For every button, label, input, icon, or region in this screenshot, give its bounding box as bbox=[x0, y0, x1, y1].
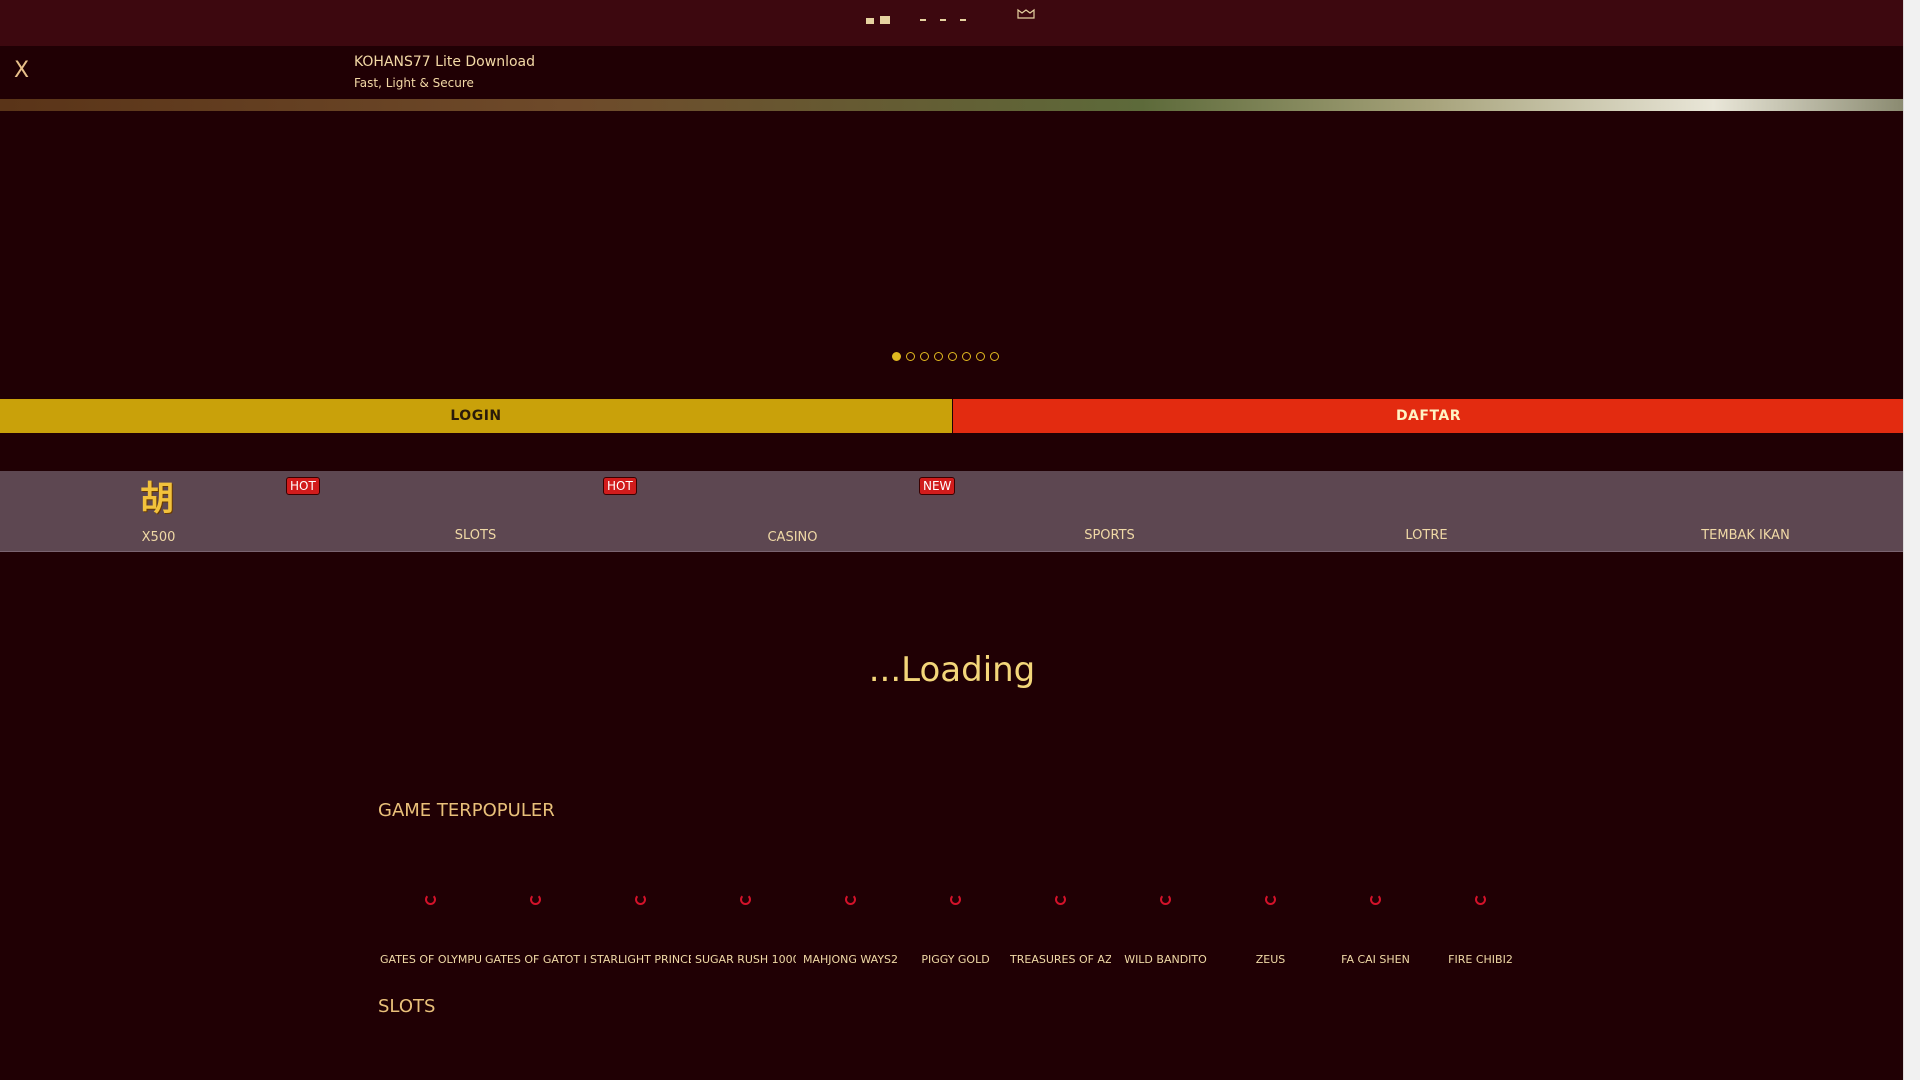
carousel-dot[interactable] bbox=[976, 352, 985, 361]
game-tile[interactable]: FA CAI SHEN bbox=[1323, 880, 1428, 980]
loading-spinner-icon bbox=[845, 894, 856, 905]
game-name: FA CAI SHEN bbox=[1341, 953, 1410, 966]
loading-indicator: ...Loading bbox=[868, 650, 1036, 690]
carousel-dot[interactable] bbox=[920, 352, 929, 361]
carousel-dot[interactable] bbox=[934, 352, 943, 361]
category-sports[interactable]: NEW SPORTS bbox=[919, 471, 1268, 551]
carousel-dot[interactable] bbox=[906, 352, 915, 361]
popular-games-title: GAME TERPOPULER bbox=[378, 800, 555, 821]
category-tembak-ikan[interactable]: TEMBAK IKAN bbox=[1587, 471, 1904, 551]
game-tile[interactable]: STARLIGHT PRINCESS bbox=[588, 880, 693, 980]
category-label: SPORTS bbox=[1084, 528, 1135, 543]
new-badge: NEW bbox=[919, 477, 956, 495]
loading-spinner-icon bbox=[530, 894, 541, 905]
game-name: PIGGY GOLD bbox=[921, 953, 990, 966]
loading-spinner-icon bbox=[425, 894, 436, 905]
loading-spinner-icon bbox=[1055, 894, 1066, 905]
x500-logo-icon: 胡 bbox=[140, 479, 174, 519]
category-label: X500 bbox=[141, 530, 176, 545]
download-title[interactable]: KOHANS77 Lite Download bbox=[354, 54, 535, 70]
register-button[interactable]: DAFTAR bbox=[953, 399, 1904, 433]
game-name: SUGAR RUSH 1000 bbox=[695, 953, 796, 966]
slots-section-title: SLOTS bbox=[378, 996, 436, 1017]
game-name: WILD BANDITO bbox=[1124, 953, 1207, 966]
carousel-dot[interactable] bbox=[892, 352, 901, 361]
category-casino[interactable]: HOT CASINO bbox=[603, 471, 951, 551]
carousel-dot[interactable] bbox=[948, 352, 957, 361]
carousel-dot[interactable] bbox=[962, 352, 971, 361]
loading-spinner-icon bbox=[950, 894, 961, 905]
site-logo[interactable] bbox=[860, 6, 1040, 24]
game-tile[interactable]: SUGAR RUSH 1000 bbox=[693, 880, 798, 980]
download-subtitle: Fast, Light & Secure bbox=[354, 76, 474, 90]
carousel-pagination bbox=[892, 352, 999, 361]
game-name: GATES OF OLYMPUS bbox=[380, 953, 481, 966]
game-tile[interactable]: GATES OF OLYMPUS bbox=[378, 880, 483, 980]
hot-badge: HOT bbox=[603, 477, 637, 495]
category-label: CASINO bbox=[767, 530, 818, 545]
top-header bbox=[0, 0, 1904, 46]
game-tile[interactable]: PIGGY GOLD bbox=[903, 880, 1008, 980]
hot-badge: HOT bbox=[286, 477, 320, 495]
loading-spinner-icon bbox=[1475, 894, 1486, 905]
game-tile[interactable]: TREASURES OF AZTEC bbox=[1008, 880, 1113, 980]
category-slots[interactable]: HOT SLOTS bbox=[286, 471, 634, 551]
game-tile[interactable]: MAHJONG WAYS2 bbox=[798, 880, 903, 980]
close-download-bar-button[interactable]: X bbox=[14, 58, 29, 83]
game-tile[interactable]: GATES OF GATOT KACA bbox=[483, 880, 588, 980]
loading-spinner-icon bbox=[1370, 894, 1381, 905]
loading-spinner-icon bbox=[740, 894, 751, 905]
category-label: LOTRE bbox=[1405, 528, 1448, 543]
game-name: MAHJONG WAYS2 bbox=[802, 953, 899, 966]
loading-spinner-icon bbox=[635, 894, 646, 905]
category-x500[interactable]: 胡 X500 bbox=[0, 471, 317, 551]
loading-spinner-icon bbox=[1265, 894, 1276, 905]
category-label: TEMBAK IKAN bbox=[1701, 528, 1790, 543]
app-download-bar bbox=[0, 46, 1904, 99]
carousel-dot[interactable] bbox=[990, 352, 999, 361]
game-tile[interactable]: FIRE CHIBI2 bbox=[1428, 880, 1533, 980]
login-button[interactable]: LOGIN bbox=[0, 399, 952, 433]
game-tile[interactable]: ZEUS bbox=[1218, 880, 1323, 980]
page-scrollbar[interactable] bbox=[1903, 0, 1920, 1080]
game-name: ZEUS bbox=[1255, 953, 1286, 966]
banner-image bbox=[0, 99, 1904, 111]
game-tile[interactable]: WILD BANDITO bbox=[1113, 880, 1218, 980]
game-name: STARLIGHT PRINCESS bbox=[590, 953, 691, 966]
category-label: SLOTS bbox=[454, 528, 497, 543]
loading-spinner-icon bbox=[1160, 894, 1171, 905]
game-name: GATES OF GATOT KACA bbox=[485, 953, 586, 966]
popular-games-list: GATES OF OLYMPUS GATES OF GATOT KACA STARL… bbox=[378, 880, 1533, 980]
category-lotre[interactable]: LOTRE bbox=[1268, 471, 1585, 551]
game-name: TREASURES OF AZTEC bbox=[1010, 953, 1111, 966]
game-name: FIRE CHIBI2 bbox=[1448, 953, 1513, 966]
category-nav: 胡 X500 HOT SLOTS HOT CASINO NEW SPORTS L… bbox=[0, 471, 1904, 552]
